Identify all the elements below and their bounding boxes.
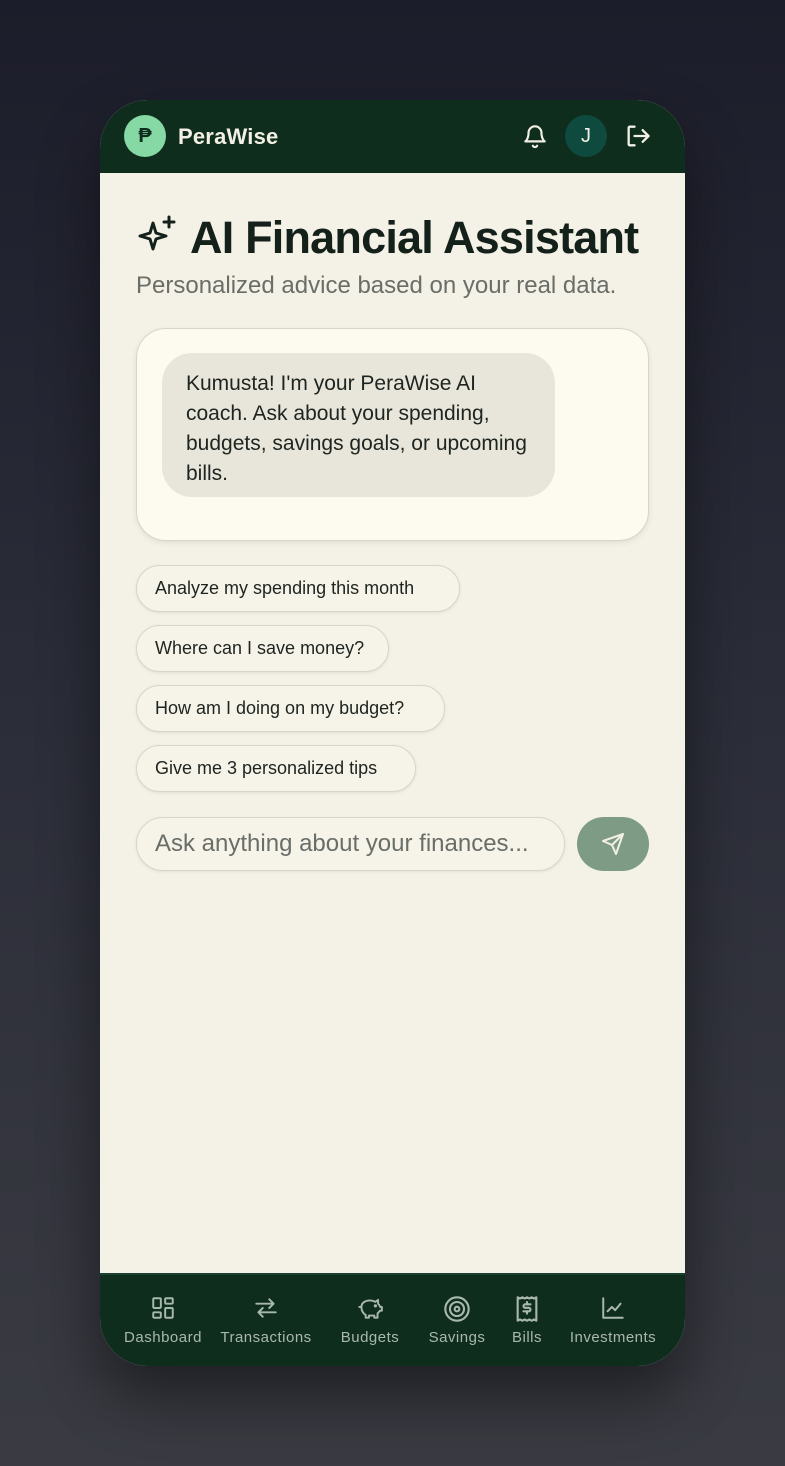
page-subtitle: Personalized advice based on your real d… <box>136 272 617 299</box>
app-frame: ₱ PeraWise J AI Financial Assistant Pers… <box>100 100 685 1366</box>
sparkle-icon <box>138 215 176 251</box>
nav-label: Savings <box>428 1329 486 1346</box>
piggy-bank-icon <box>358 1298 383 1319</box>
nav-label: Bills <box>511 1329 542 1346</box>
top-bar: ₱ PeraWise J <box>100 100 685 173</box>
chart-icon <box>602 1297 624 1319</box>
nav-item-savings[interactable]: Savings <box>420 1275 494 1366</box>
suggestion-chip[interactable]: Where can I save money? <box>136 625 389 672</box>
nav-item-budgets[interactable]: Budgets <box>328 1275 412 1366</box>
target-icon <box>444 1296 470 1322</box>
app-name: PeraWise <box>178 124 279 149</box>
nav-item-transactions[interactable]: Transactions <box>216 1275 316 1366</box>
receipt-icon <box>516 1296 538 1322</box>
nav-item-bills[interactable]: Bills <box>500 1275 554 1366</box>
suggestion-chip[interactable]: How am I doing on my budget? <box>136 685 445 732</box>
page-title: AI Financial Assistant <box>190 212 639 263</box>
nav-label: Dashboard <box>124 1329 202 1346</box>
nav-label: Transactions <box>220 1329 312 1346</box>
bottom-nav: Dashboard Transactions Budgets Savings B… <box>100 1273 685 1366</box>
chat-panel: Kumusta! I'm your PeraWise AI coach. Ask… <box>136 328 649 541</box>
nav-item-investments[interactable]: Investments <box>562 1275 664 1366</box>
avatar[interactable]: J <box>565 115 607 157</box>
grid-icon <box>152 1297 174 1319</box>
ask-input[interactable] <box>136 817 565 871</box>
suggestion-chip[interactable]: Give me 3 personalized tips <box>136 745 416 792</box>
nav-label: Budgets <box>340 1329 400 1346</box>
send-icon <box>602 833 624 855</box>
page-header: AI Financial Assistant <box>136 212 656 263</box>
suggestion-chip[interactable]: Analyze my spending this month <box>136 565 460 612</box>
send-button[interactable] <box>577 817 649 871</box>
logout-icon[interactable] <box>624 122 652 150</box>
nav-label: Investments <box>569 1329 657 1346</box>
assistant-message: Kumusta! I'm your PeraWise AI coach. Ask… <box>162 353 555 497</box>
bell-icon[interactable] <box>522 122 548 150</box>
logo-icon: ₱ <box>124 115 166 157</box>
nav-item-dashboard[interactable]: Dashboard <box>110 1275 216 1366</box>
arrows-icon <box>255 1298 277 1318</box>
